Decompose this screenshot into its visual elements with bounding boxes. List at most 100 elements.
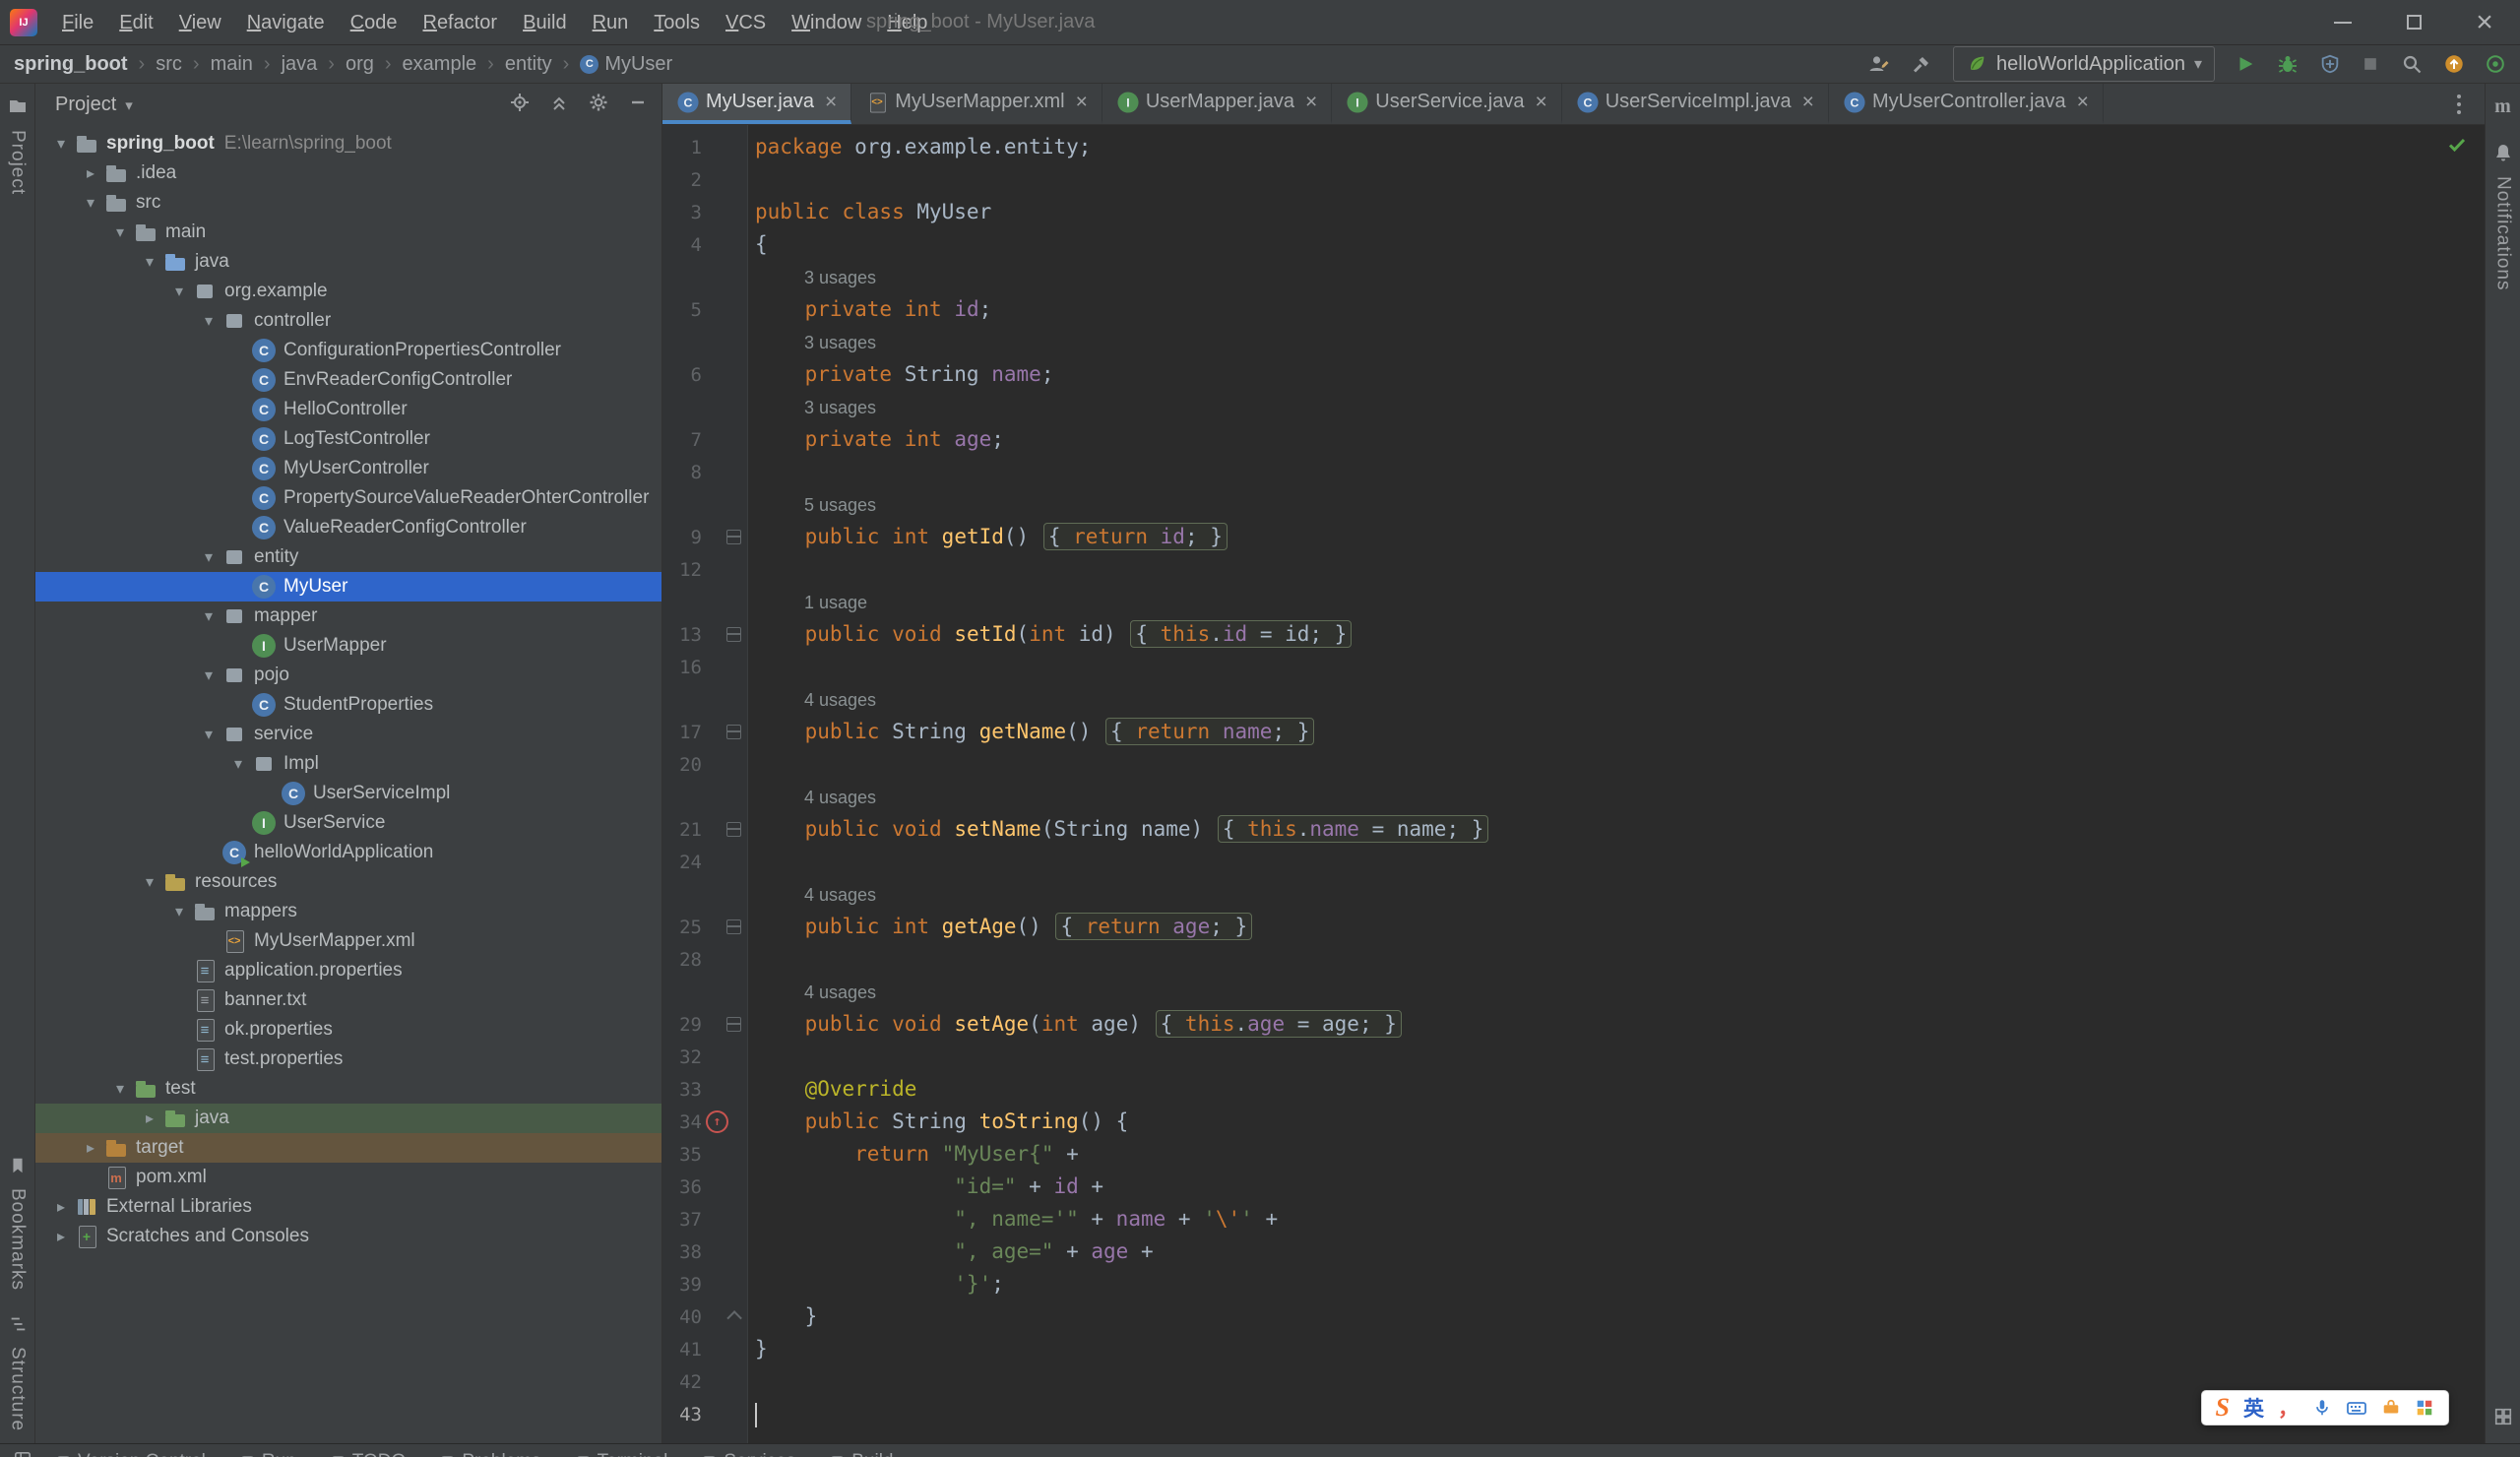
keyboard-icon[interactable] <box>2346 1397 2367 1419</box>
editor-tab-UserServiceImpl.java[interactable]: UserServiceImpl.java <box>1562 84 1829 124</box>
breadcrumb-item-org[interactable]: org <box>346 53 374 76</box>
fold-toggle-icon[interactable] <box>702 919 748 934</box>
editor-tab-MyUserMapper.xml[interactable]: MyUserMapper.xml <box>851 84 1102 124</box>
tree-item-ValueReaderConfigController[interactable]: ValueReaderConfigController <box>35 513 662 542</box>
tree-item-Impl[interactable]: Impl <box>35 749 662 779</box>
chevron-right-icon[interactable] <box>77 163 104 183</box>
tab-close-icon[interactable] <box>825 91 837 114</box>
run-config-select[interactable]: helloWorldApplication <box>1953 46 2215 82</box>
ime-punctuation-icon[interactable]: ， <box>2278 1393 2299 1423</box>
chevron-down-icon[interactable] <box>136 872 163 892</box>
statusbar-item-terminal[interactable]: Terminal <box>576 1451 667 1457</box>
menu-refactor[interactable]: Refactor <box>410 0 510 45</box>
editor-pane[interactable]: 1 package org.example.entity; 2 3 public cla… <box>662 125 2485 1457</box>
tool-window-tab-layout[interactable] <box>2493 1395 2513 1443</box>
build-hammer-icon[interactable] <box>1910 52 1933 76</box>
tree-item-application.properties[interactable]: application.properties <box>35 956 662 985</box>
breadcrumb-item-main[interactable]: main <box>211 53 253 76</box>
tool-window-tab-maven[interactable] <box>2494 84 2511 130</box>
inspection-ok-icon[interactable] <box>2445 133 2469 161</box>
folded-region[interactable]: { this.name = name; } <box>1217 815 1489 843</box>
search-everywhere-button[interactable] <box>2400 52 2424 76</box>
fold-toggle-icon[interactable] <box>702 530 748 544</box>
tree-item-mappers[interactable]: mappers <box>35 897 662 926</box>
usages-hint[interactable]: 3 usages <box>804 398 876 417</box>
usages-hint[interactable]: 4 usages <box>804 788 876 807</box>
statusbar-item-problems[interactable]: Problems <box>441 1451 541 1457</box>
stop-button[interactable] <box>2361 54 2380 74</box>
tool-window-tab-notifications[interactable]: Notifications <box>2492 130 2514 303</box>
code-with-me-icon[interactable] <box>2485 53 2506 75</box>
run-button[interactable] <box>2235 53 2256 75</box>
coverage-button[interactable] <box>2319 53 2341 75</box>
tool-window-tab-project[interactable]: Project <box>7 84 29 207</box>
tree-item-banner.txt[interactable]: banner.txt <box>35 985 662 1015</box>
chevron-down-icon[interactable] <box>47 134 75 154</box>
tab-close-icon[interactable] <box>1535 91 1546 114</box>
tree-item-service[interactable]: service <box>35 720 662 749</box>
mic-icon[interactable] <box>2312 1398 2332 1418</box>
settings-gear-icon[interactable] <box>589 93 608 117</box>
tab-options-icon[interactable] <box>2449 93 2469 116</box>
tree-item-MyUserController[interactable]: MyUserController <box>35 454 662 483</box>
ime-grid-icon[interactable] <box>2415 1398 2434 1418</box>
tool-windows-toggle-icon[interactable] <box>14 1451 32 1457</box>
tree-item-main[interactable]: main <box>35 218 662 247</box>
chevron-right-icon[interactable] <box>47 1227 75 1246</box>
editor-tab-MyUser.java[interactable]: MyUser.java <box>662 84 852 124</box>
chevron-down-icon[interactable] <box>195 606 222 626</box>
menu-tools[interactable]: Tools <box>641 0 713 45</box>
override-gutter-icon[interactable] <box>702 1110 748 1133</box>
usages-hint[interactable]: 4 usages <box>804 982 876 1002</box>
chevron-down-icon[interactable] <box>106 1079 134 1099</box>
chevron-down-icon[interactable] <box>195 725 222 744</box>
fold-toggle-icon[interactable] <box>702 1017 748 1032</box>
usages-hint[interactable]: 3 usages <box>804 268 876 287</box>
fold-toggle-icon[interactable] <box>702 725 748 739</box>
statusbar-item-version-control[interactable]: Version Control <box>57 1451 206 1457</box>
tree-item-HelloController[interactable]: HelloController <box>35 395 662 424</box>
chevron-right-icon[interactable] <box>77 1138 104 1158</box>
toolbox-icon[interactable] <box>2381 1398 2401 1418</box>
editor-tab-UserService.java[interactable]: UserService.java <box>1332 84 1562 124</box>
fold-toggle-icon[interactable] <box>702 627 748 642</box>
statusbar-item-run[interactable]: Run <box>240 1451 296 1457</box>
chevron-down-icon[interactable] <box>165 902 193 921</box>
menu-navigate[interactable]: Navigate <box>234 0 338 45</box>
tree-item-UserServiceImpl[interactable]: UserServiceImpl <box>35 779 662 808</box>
tree-item-pom.xml[interactable]: pom.xml <box>35 1163 662 1192</box>
collapse-all-button[interactable] <box>549 93 569 117</box>
tree-item-LogTestController[interactable]: LogTestController <box>35 424 662 454</box>
menu-vcs[interactable]: VCS <box>713 0 779 45</box>
chevron-down-icon[interactable] <box>77 193 104 213</box>
statusbar-item-services[interactable]: Services <box>703 1451 795 1457</box>
chevron-down-icon[interactable] <box>195 665 222 685</box>
tree-item-ConfigurationPropertiesController[interactable]: ConfigurationPropertiesController <box>35 336 662 365</box>
tree-item-MyUser[interactable]: MyUser <box>35 572 662 602</box>
tree-item-resources[interactable]: resources <box>35 867 662 897</box>
tree-item-UserService[interactable]: UserService <box>35 808 662 838</box>
close-button[interactable] <box>2449 0 2520 45</box>
tree-item-controller[interactable]: controller <box>35 306 662 336</box>
user-icon[interactable] <box>1866 52 1890 76</box>
breadcrumb-item-MyUser[interactable]: MyUser <box>580 53 672 76</box>
folded-region[interactable]: { return name; } <box>1105 718 1315 745</box>
usages-hint[interactable]: 4 usages <box>804 885 876 905</box>
chevron-down-icon[interactable] <box>195 547 222 567</box>
usages-hint[interactable]: 3 usages <box>804 333 876 352</box>
folded-region[interactable]: { return age; } <box>1055 913 1253 940</box>
tree-item-pojo[interactable]: pojo <box>35 661 662 690</box>
usages-hint[interactable]: 4 usages <box>804 690 876 710</box>
usages-hint[interactable]: 5 usages <box>804 495 876 515</box>
tree-item-java[interactable]: java <box>35 247 662 277</box>
tree-item-org.example[interactable]: org.example <box>35 277 662 306</box>
folded-region[interactable]: { this.id = id; } <box>1130 620 1353 648</box>
tree-item-EnvReaderConfigController[interactable]: EnvReaderConfigController <box>35 365 662 395</box>
tree-item-StudentProperties[interactable]: StudentProperties <box>35 690 662 720</box>
breadcrumb-item-example[interactable]: example <box>403 53 477 76</box>
menu-run[interactable]: Run <box>580 0 642 45</box>
minimize-button[interactable] <box>2307 0 2378 45</box>
locate-file-button[interactable] <box>510 93 530 117</box>
folded-region[interactable]: { this.age = age; } <box>1155 1010 1402 1038</box>
tree-item-PropertySourceValueReaderOhterController[interactable]: PropertySourceValueReaderOhterController <box>35 483 662 513</box>
